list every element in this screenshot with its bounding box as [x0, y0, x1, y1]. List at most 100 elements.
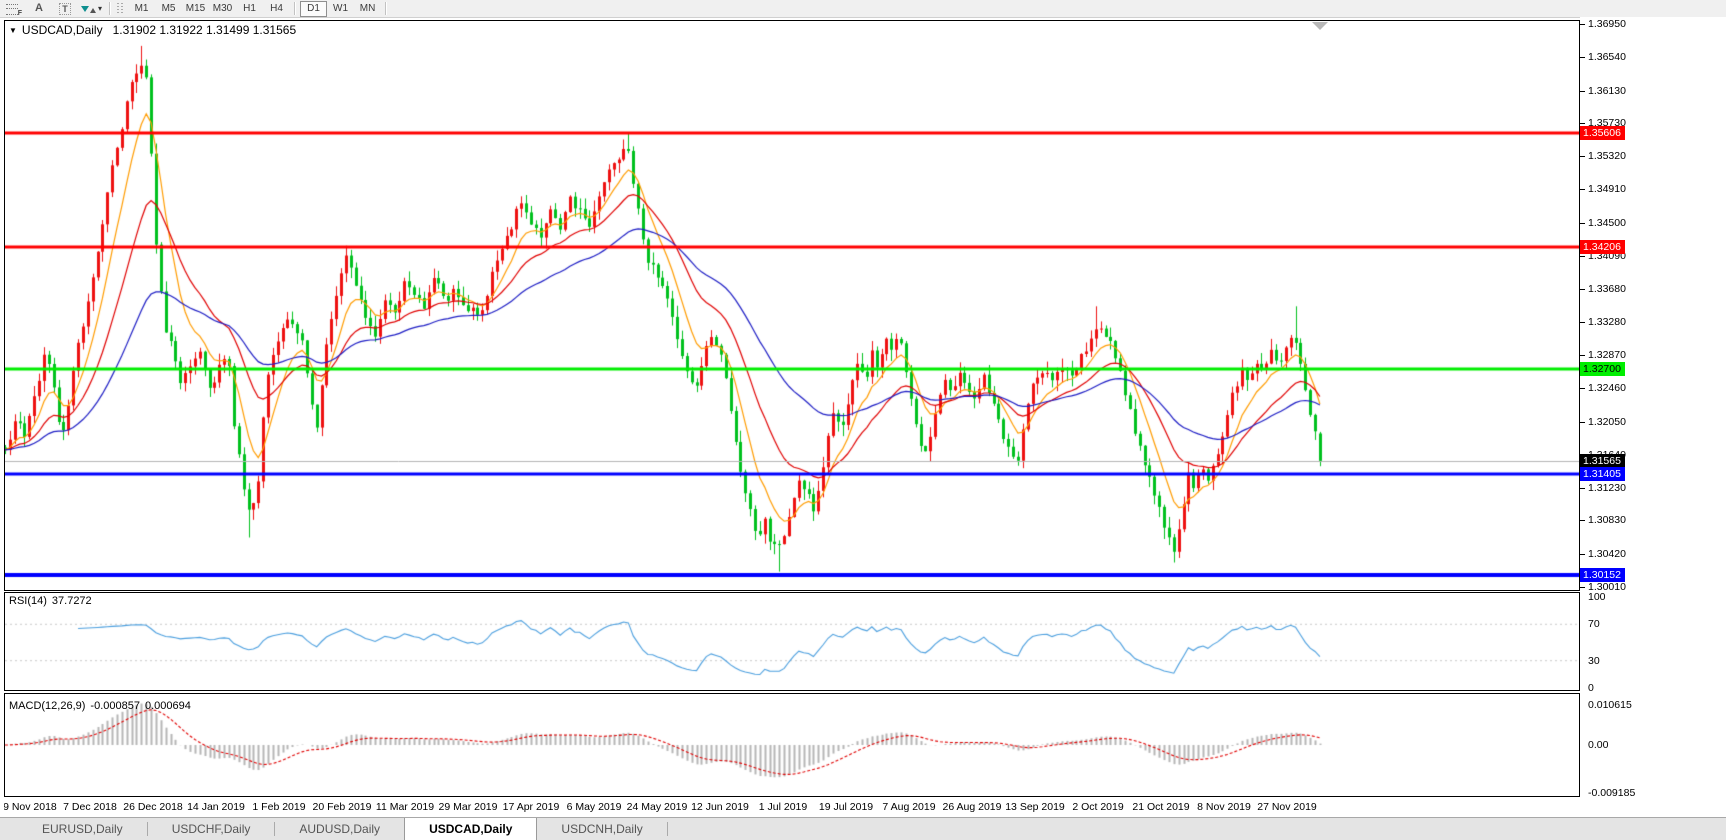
price-tick-mark [1580, 57, 1585, 59]
toolbar-separator [294, 2, 297, 15]
arrows-tool-button[interactable]: ▾ [78, 1, 105, 16]
macd-signal-value: 0.000694 [144, 700, 191, 712]
rsi-scale-label: 30 [1588, 654, 1600, 667]
rsi-scale-label: 100 [1588, 591, 1606, 603]
timeframe-button-m30[interactable]: M30 [209, 1, 236, 16]
date-axis-label: 17 Apr 2019 [502, 801, 560, 813]
macd-scale-label: 0.00 [1588, 739, 1609, 751]
tab-separator [666, 822, 668, 836]
price-tick-label: 1.32460 [1588, 382, 1626, 395]
price-tick-mark [1580, 256, 1585, 257]
price-tick-label: 1.32050 [1588, 415, 1626, 428]
timeframe-button-mn[interactable]: MN [354, 1, 381, 16]
price-tick-label: 1.34910 [1588, 183, 1626, 196]
macd-chart[interactable] [5, 694, 1579, 796]
chart-tabs-bar: EURUSD,Daily USDCHF,Daily AUDUSD,Daily USDC… [0, 817, 1726, 840]
price-tick-mark [1580, 488, 1585, 490]
timeframe-button-w1[interactable]: W1 [327, 1, 354, 16]
date-axis[interactable]: 19 Nov 2018 7 Dec 2018 26 Dec 2018 14 Jan 2… [4, 798, 1580, 816]
price-level-tag: 1.34206 [1580, 239, 1625, 254]
date-axis-label: 12 Jun 2019 [691, 801, 749, 813]
text-icon: T [59, 2, 71, 15]
chevron-down-icon[interactable]: ▾ [98, 4, 102, 13]
rsi-chart[interactable] [5, 593, 1579, 690]
toolbar-separator [385, 2, 388, 15]
macd-scale-label: 0.010615 [1588, 699, 1632, 711]
date-axis-label: 7 Dec 2018 [63, 801, 117, 813]
price-tick-mark [1580, 189, 1585, 191]
price-tick-mark [1580, 289, 1585, 291]
price-tick-label: 1.35320 [1588, 150, 1626, 163]
timeframe-button-m5[interactable]: M5 [155, 1, 182, 16]
date-axis-label: 21 Oct 2019 [1132, 801, 1190, 813]
date-axis-label: 27 Nov 2019 [1257, 801, 1317, 813]
chart-tab-usdchf[interactable]: USDCHF,Daily [148, 818, 275, 840]
text-label-icon: A [35, 2, 43, 14]
timeframe-button-h4[interactable]: H4 [263, 1, 290, 16]
arrows-icon [81, 5, 96, 13]
toolbar-separator [109, 2, 112, 15]
macd-indicator-panel[interactable] [4, 693, 1580, 797]
price-tick-label: 1.32870 [1588, 348, 1626, 361]
price-level-tag: 1.35606 [1580, 126, 1625, 141]
price-tick-mark [1580, 553, 1585, 555]
date-axis-label: 11 Mar 2019 [375, 801, 435, 813]
price-level-tag: 1.32700 [1580, 361, 1625, 376]
toolbar-grip[interactable] [117, 3, 126, 14]
price-tick-mark [1580, 354, 1585, 356]
price-tick-mark [1580, 122, 1585, 124]
date-axis-label: 2 Oct 2019 [1072, 801, 1124, 813]
chart-tab-eurusd[interactable]: EURUSD,Daily [18, 818, 147, 840]
macd-main-value: -0.000857 [90, 700, 140, 712]
price-tick-label: 1.36130 [1588, 84, 1626, 97]
price-tick-mark [1580, 156, 1585, 158]
date-axis-label: 19 Nov 2018 [4, 801, 57, 813]
chart-shift-marker-icon[interactable] [1312, 22, 1328, 30]
price-scale[interactable]: 1.36950 1.36540 1.36130 1.35730 1.35320 1.349… [1580, 17, 1726, 799]
timeframe-button-m15[interactable]: M15 [182, 1, 209, 16]
price-tick-mark [1580, 587, 1585, 588]
price-tick-mark [1580, 24, 1585, 25]
price-tick-label: 1.36540 [1588, 51, 1626, 64]
price-tick-label: 1.31230 [1588, 482, 1626, 495]
macd-label: MACD(12,26,9) -0.000857 0.000694 [9, 700, 191, 712]
timeframe-button-m1[interactable]: M1 [128, 1, 155, 16]
price-tick-label: 1.33280 [1588, 315, 1626, 328]
rsi-indicator-panel[interactable] [4, 592, 1580, 691]
date-axis-label: 14 Jan 2019 [187, 801, 245, 813]
price-level-tag: 1.30152 [1580, 568, 1625, 583]
date-axis-label: 1 Jul 2019 [758, 801, 808, 813]
timeframe-button-d1[interactable]: D1 [300, 0, 328, 17]
timeframe-button-h1[interactable]: H1 [236, 1, 263, 16]
chevron-down-icon[interactable]: ▼ [9, 26, 17, 35]
main-chart-panel[interactable] [4, 20, 1580, 591]
chart-ohlc-values: 1.31902 1.31922 1.31499 1.31565 [112, 23, 297, 37]
price-tick-mark [1580, 421, 1585, 423]
price-tick-mark [1580, 90, 1585, 92]
chart-tab-usdcad[interactable]: USDCAD,Daily [404, 818, 538, 840]
date-axis-label: 26 Dec 2018 [123, 801, 183, 813]
date-axis-label: 19 Jul 2019 [818, 801, 874, 813]
chart-tab-audusd[interactable]: AUDUSD,Daily [275, 818, 404, 840]
date-axis-label: 13 Sep 2019 [1005, 801, 1065, 813]
price-tick-label: 1.30830 [1588, 514, 1626, 527]
date-axis-label: 29 Mar 2019 [438, 801, 498, 813]
date-axis-label: 24 May 2019 [626, 801, 688, 813]
chart-symbol: USDCAD,Daily [21, 23, 103, 37]
price-tick-label: 1.34500 [1588, 216, 1626, 229]
fibonacci-icon: F [6, 3, 22, 17]
price-tick-mark [1580, 321, 1585, 323]
chart-tab-usdcnh[interactable]: USDCNH,Daily [537, 818, 666, 840]
text-label-tool-button[interactable]: A [26, 1, 52, 16]
price-tick-mark [1580, 222, 1585, 224]
date-axis-label: 1 Feb 2019 [252, 801, 306, 813]
price-level-tag: 1.31405 [1580, 466, 1625, 481]
fibonacci-tool-button[interactable]: F [0, 1, 26, 17]
candlestick-chart[interactable] [5, 21, 1579, 590]
price-tick-label: 1.36950 [1588, 18, 1626, 30]
chart-title: ▼ USDCAD,Daily 1.31902 1.31922 1.31499 1.3… [9, 23, 296, 37]
price-tick-mark [1580, 520, 1585, 522]
text-tool-button[interactable]: T [52, 1, 78, 16]
price-level-tag: 1.31565 [1580, 453, 1625, 468]
rsi-scale-label: 0 [1588, 682, 1594, 694]
